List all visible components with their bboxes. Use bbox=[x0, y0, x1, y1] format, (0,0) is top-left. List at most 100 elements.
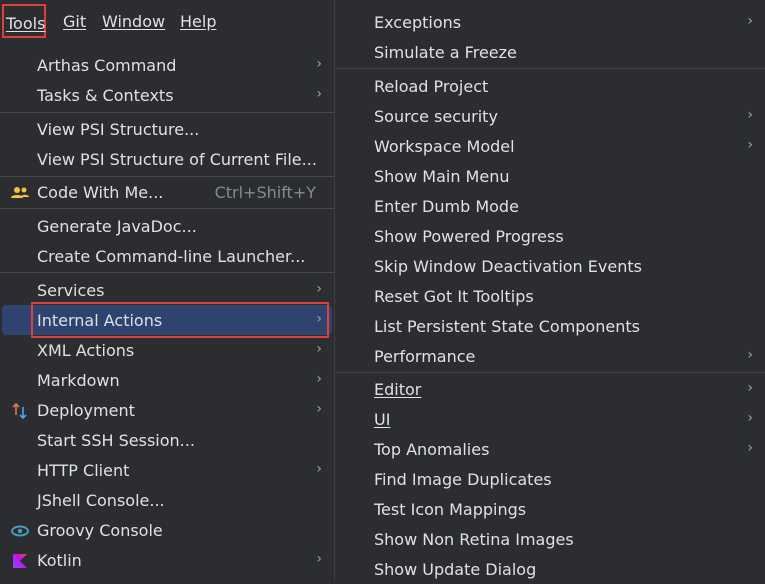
menu-item-label: UI bbox=[374, 410, 391, 429]
submenu-item-test-icon-mappings[interactable]: Test Icon Mappings bbox=[335, 494, 765, 524]
menu-item-deployment[interactable]: Deployment › bbox=[0, 395, 334, 425]
menu-item-arthas-command[interactable]: Arthas Command › bbox=[0, 50, 334, 80]
menu-item-label: Arthas Command bbox=[37, 56, 177, 75]
separator bbox=[0, 272, 334, 273]
chevron-right-icon: › bbox=[747, 440, 753, 456]
menu-item-label: Start SSH Session... bbox=[37, 431, 195, 450]
menu-help[interactable]: Help bbox=[180, 12, 216, 31]
chevron-right-icon: › bbox=[747, 107, 753, 123]
menu-item-label: Source security bbox=[374, 107, 498, 126]
submenu-item-show-powered-progress[interactable]: Show Powered Progress bbox=[335, 221, 765, 251]
deployment-icon bbox=[12, 402, 27, 420]
menu-item-label: HTTP Client bbox=[37, 461, 130, 480]
internal-actions-submenu: Exceptions › Simulate a Freeze Reload Pr… bbox=[334, 0, 765, 582]
submenu-item-skip-window-deactivation[interactable]: Skip Window Deactivation Events bbox=[335, 251, 765, 281]
submenu-item-show-main-menu[interactable]: Show Main Menu bbox=[335, 161, 765, 191]
menu-item-label: Reset Got It Tooltips bbox=[374, 287, 534, 306]
menu-item-label: Create Command-line Launcher... bbox=[37, 247, 306, 266]
menu-item-label: Deployment bbox=[37, 401, 135, 420]
menu-item-tasks-contexts[interactable]: Tasks & Contexts › bbox=[0, 80, 334, 110]
submenu-item-workspace-model[interactable]: Workspace Model › bbox=[335, 131, 765, 161]
menu-item-label: Workspace Model bbox=[374, 137, 515, 156]
menu-item-label: Markdown bbox=[37, 371, 120, 390]
menu-item-label: List Persistent State Components bbox=[374, 317, 640, 336]
menu-tools-label: Tools bbox=[6, 14, 46, 33]
menu-item-create-command-line-launcher[interactable]: Create Command-line Launcher... bbox=[0, 241, 334, 271]
groovy-icon bbox=[11, 525, 29, 537]
separator bbox=[0, 208, 334, 209]
submenu-item-show-non-retina-images[interactable]: Show Non Retina Images bbox=[335, 524, 765, 554]
menu-item-label: Groovy Console bbox=[37, 521, 163, 540]
menu-window-label: Window bbox=[102, 12, 166, 31]
menu-item-label: Exceptions bbox=[374, 13, 462, 32]
menu-item-label: Code With Me... bbox=[37, 183, 164, 202]
menu-item-label: Kotlin bbox=[37, 551, 82, 570]
chevron-right-icon: › bbox=[316, 311, 322, 327]
menu-tools[interactable]: Tools bbox=[2, 4, 46, 38]
separator bbox=[0, 112, 334, 113]
menu-item-internal-actions[interactable]: Internal Actions › bbox=[0, 302, 334, 338]
chevron-right-icon: › bbox=[316, 56, 322, 72]
separator bbox=[335, 372, 765, 373]
menu-item-label: JShell Console... bbox=[37, 491, 165, 510]
menu-item-label: Tasks & Contexts bbox=[37, 86, 174, 105]
chevron-right-icon: › bbox=[316, 371, 322, 387]
menu-item-generate-javadoc[interactable]: Generate JavaDoc... bbox=[0, 211, 334, 241]
chevron-right-icon: › bbox=[747, 410, 753, 426]
menu-item-label: Reload Project bbox=[374, 77, 489, 96]
menu-window[interactable]: Window bbox=[102, 12, 165, 31]
chevron-right-icon: › bbox=[747, 347, 753, 363]
submenu-item-simulate-freeze[interactable]: Simulate a Freeze bbox=[335, 37, 765, 67]
chevron-right-icon: › bbox=[316, 281, 322, 297]
submenu-item-ui[interactable]: UI › bbox=[335, 404, 765, 434]
menu-item-groovy-console[interactable]: Groovy Console bbox=[0, 515, 334, 545]
menu-item-label: Performance bbox=[374, 347, 476, 366]
submenu-item-find-image-duplicates[interactable]: Find Image Duplicates bbox=[335, 464, 765, 494]
separator bbox=[335, 68, 765, 69]
submenu-item-source-security[interactable]: Source security › bbox=[335, 101, 765, 131]
submenu-item-editor[interactable]: Editor › bbox=[335, 374, 765, 404]
submenu-item-top-anomalies[interactable]: Top Anomalies › bbox=[335, 434, 765, 464]
menu-item-xml-actions[interactable]: XML Actions › bbox=[0, 335, 334, 365]
menu-item-label: Test Icon Mappings bbox=[374, 500, 527, 519]
submenu-item-performance[interactable]: Performance › bbox=[335, 341, 765, 371]
submenu-item-exceptions[interactable]: Exceptions › bbox=[335, 7, 765, 37]
chevron-right-icon: › bbox=[316, 86, 322, 102]
menu-bar: Tools Git Window Help bbox=[0, 0, 340, 42]
menu-item-label: Enter Dumb Mode bbox=[374, 197, 519, 216]
menu-item-view-psi-structure[interactable]: View PSI Structure... bbox=[0, 114, 334, 144]
kotlin-icon bbox=[13, 554, 27, 568]
menu-item-label: Simulate a Freeze bbox=[374, 43, 517, 62]
chevron-right-icon: › bbox=[316, 461, 322, 477]
menu-item-view-psi-structure-current-file[interactable]: View PSI Structure of Current File... bbox=[0, 144, 334, 174]
menu-item-label: Show Update Dialog bbox=[374, 560, 537, 579]
menu-item-label: Show Powered Progress bbox=[374, 227, 564, 246]
menu-item-label: View PSI Structure... bbox=[37, 120, 200, 139]
menu-item-label: Services bbox=[37, 281, 105, 300]
shortcut-label: Ctrl+Shift+Y bbox=[214, 183, 316, 202]
menu-item-services[interactable]: Services › bbox=[0, 275, 334, 305]
submenu-item-reset-got-it-tooltips[interactable]: Reset Got It Tooltips bbox=[335, 281, 765, 311]
menu-item-label: Top Anomalies bbox=[374, 440, 490, 459]
menu-item-label: Show Non Retina Images bbox=[374, 530, 574, 549]
menu-item-label: Skip Window Deactivation Events bbox=[374, 257, 642, 276]
menu-item-kotlin[interactable]: Kotlin › bbox=[0, 545, 334, 575]
submenu-item-list-persistent-state[interactable]: List Persistent State Components bbox=[335, 311, 765, 341]
chevron-right-icon: › bbox=[316, 401, 322, 417]
chevron-right-icon: › bbox=[747, 137, 753, 153]
submenu-item-enter-dumb-mode[interactable]: Enter Dumb Mode bbox=[335, 191, 765, 221]
menu-item-markdown[interactable]: Markdown › bbox=[0, 365, 334, 395]
menu-item-jshell-console[interactable]: JShell Console... bbox=[0, 485, 334, 515]
menu-item-label: Generate JavaDoc... bbox=[37, 217, 197, 236]
menu-item-label: XML Actions bbox=[37, 341, 135, 360]
menu-item-http-client[interactable]: HTTP Client › bbox=[0, 455, 334, 485]
menu-item-label: View PSI Structure of Current File... bbox=[37, 150, 317, 169]
tools-menu: Arthas Command › Tasks & Contexts › View… bbox=[0, 42, 334, 582]
menu-item-start-ssh-session[interactable]: Start SSH Session... bbox=[0, 425, 334, 455]
menu-git[interactable]: Git bbox=[63, 12, 86, 31]
menu-item-label: Find Image Duplicates bbox=[374, 470, 552, 489]
submenu-item-show-update-dialog[interactable]: Show Update Dialog bbox=[335, 554, 765, 584]
menu-item-code-with-me[interactable]: Code With Me... Ctrl+Shift+Y bbox=[0, 177, 334, 207]
menu-item-label: Show Main Menu bbox=[374, 167, 510, 186]
submenu-item-reload-project[interactable]: Reload Project bbox=[335, 71, 765, 101]
